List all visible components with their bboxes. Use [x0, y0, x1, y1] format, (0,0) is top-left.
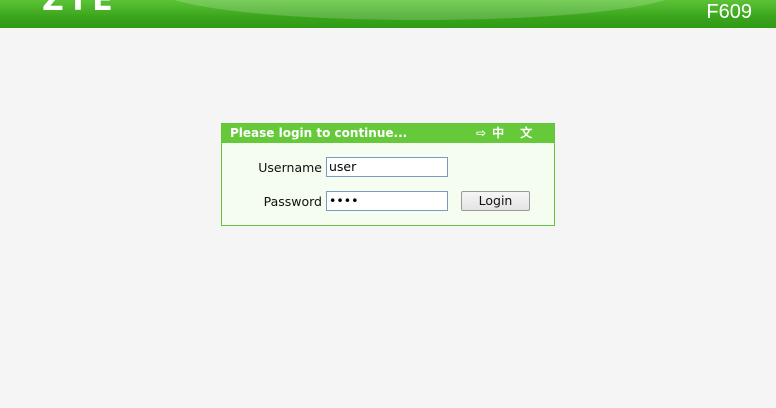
zte-logo: ZTE — [42, 0, 117, 18]
header-bar: ZTE F609 — [0, 0, 776, 28]
login-button[interactable]: Login — [461, 191, 530, 211]
language-label: 中 文 — [492, 126, 539, 140]
username-input[interactable] — [326, 157, 448, 177]
model-name: F609 — [706, 1, 752, 23]
login-panel-titlebar: Please login to continue... ⇨ 中 文 — [222, 124, 554, 143]
login-panel: Please login to continue... ⇨ 中 文 Usernam… — [221, 123, 555, 226]
language-switch-link[interactable]: ⇨ 中 文 — [476, 125, 538, 141]
username-label: Username — [258, 160, 322, 175]
password-label: Password — [263, 194, 322, 209]
arrow-right-icon: ⇨ — [476, 126, 487, 140]
header-swoosh-decoration — [160, 0, 680, 20]
password-input[interactable] — [326, 191, 448, 211]
login-title: Please login to continue... — [230, 126, 408, 140]
